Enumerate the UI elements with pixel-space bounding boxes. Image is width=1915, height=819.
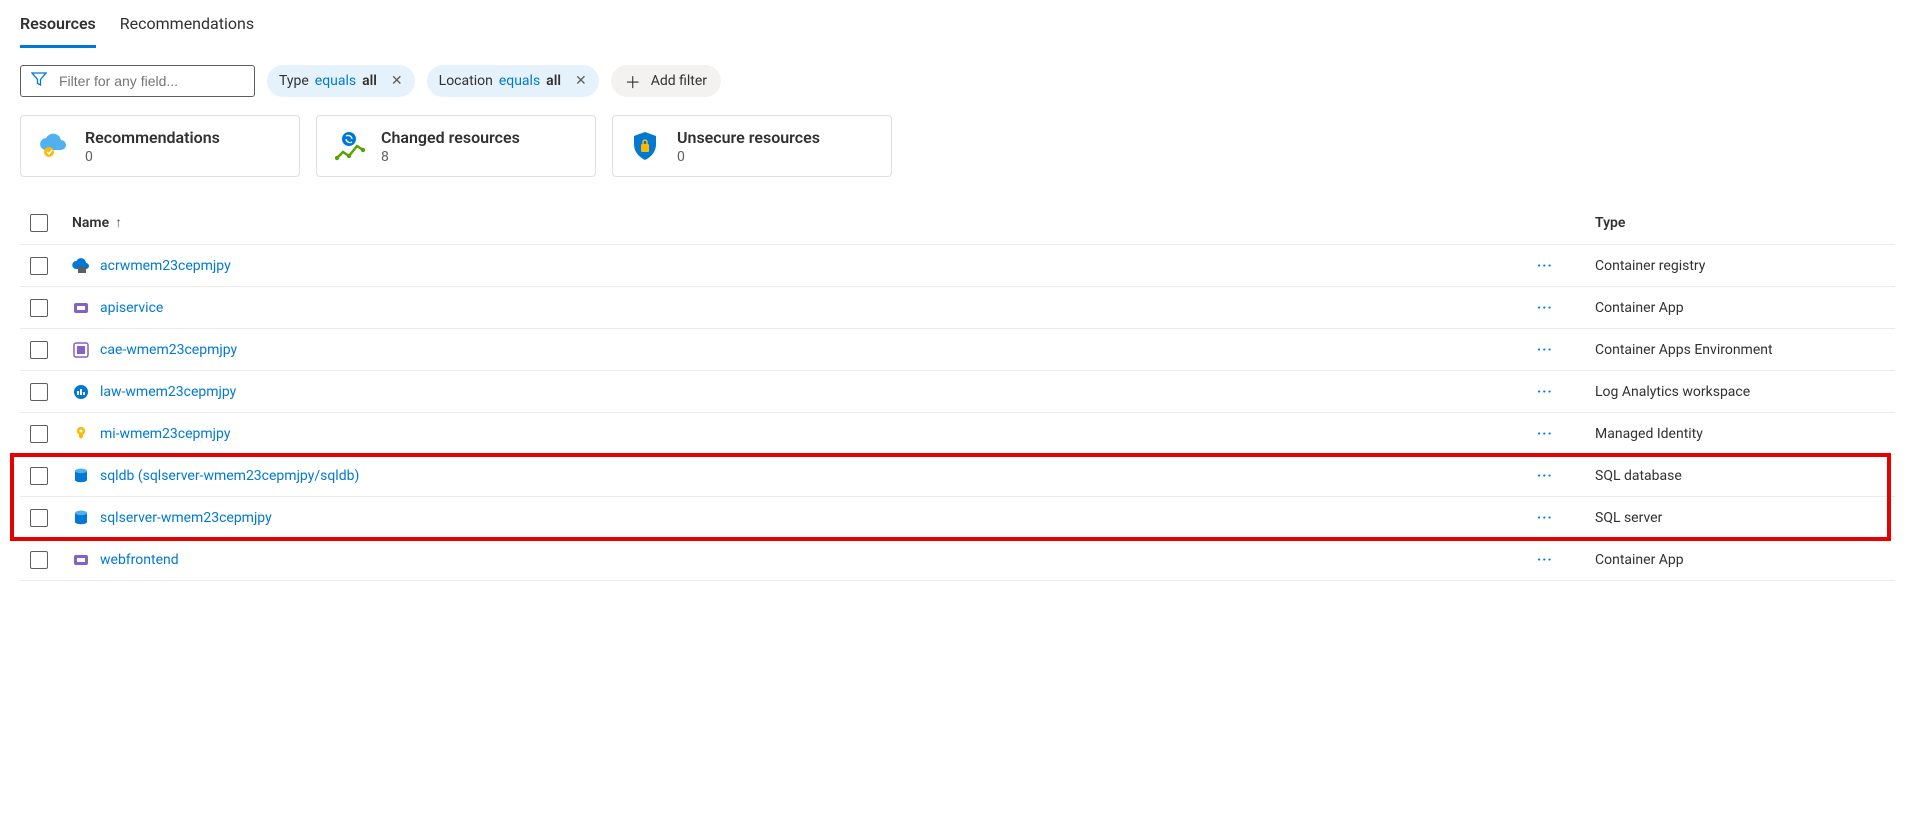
card-recommendations[interactable]: Recommendations 0	[20, 115, 300, 177]
more-actions-button[interactable]: ···	[1537, 300, 1595, 316]
resources-table: Name↑ Type acrwmem23cepmjpy ··· Containe…	[20, 201, 1895, 581]
resource-type-label: SQL database	[1595, 468, 1895, 484]
table-row: apiservice ··· Container App	[20, 287, 1895, 329]
resource-type-label: Container registry	[1595, 258, 1895, 274]
row-checkbox[interactable]	[30, 551, 48, 569]
summary-cards: Recommendations 0 Changed resources 8	[20, 115, 1895, 177]
tab-recommendations[interactable]: Recommendations	[120, 4, 254, 48]
card-title: Changed resources	[381, 128, 520, 147]
resource-icon	[72, 425, 90, 443]
table-row: sqldb (sqlserver-wmem23cepmjpy/sqldb) ··…	[20, 455, 1895, 497]
resource-icon	[72, 509, 90, 527]
table-row: cae-wmem23cepmjpy ··· Container Apps Env…	[20, 329, 1895, 371]
cloud-badge-icon	[35, 128, 71, 164]
resource-link[interactable]: apiservice	[100, 300, 163, 316]
table-row: mi-wmem23cepmjpy ··· Managed Identity	[20, 413, 1895, 455]
column-header-name[interactable]: Name↑	[72, 214, 1537, 231]
row-checkbox[interactable]	[30, 509, 48, 527]
resource-link[interactable]: sqldb (sqlserver-wmem23cepmjpy/sqldb)	[100, 468, 359, 484]
close-icon[interactable]: ✕	[391, 73, 403, 89]
select-all-checkbox[interactable]	[30, 214, 48, 232]
card-changed-resources[interactable]: Changed resources 8	[316, 115, 596, 177]
resource-icon	[72, 383, 90, 401]
row-checkbox[interactable]	[30, 425, 48, 443]
tabs: Resources Recommendations	[20, 4, 1895, 49]
row-checkbox[interactable]	[30, 467, 48, 485]
sort-ascending-icon: ↑	[115, 215, 122, 231]
resource-link[interactable]: sqlserver-wmem23cepmjpy	[100, 510, 272, 526]
card-count: 0	[85, 149, 220, 165]
row-checkbox[interactable]	[30, 299, 48, 317]
resource-link[interactable]: cae-wmem23cepmjpy	[100, 342, 237, 358]
more-actions-button[interactable]: ···	[1537, 342, 1595, 358]
card-count: 8	[381, 149, 520, 165]
more-actions-button[interactable]: ···	[1537, 258, 1595, 274]
shield-lock-icon	[627, 128, 663, 164]
resource-type-label: Container App	[1595, 300, 1895, 316]
refresh-graph-icon	[331, 128, 367, 164]
table-header-row: Name↑ Type	[20, 201, 1895, 245]
resource-icon	[72, 551, 90, 569]
table-row: law-wmem23cepmjpy ··· Log Analytics work…	[20, 371, 1895, 413]
resource-type-label: SQL server	[1595, 510, 1895, 526]
filter-row: Type equals all ✕ Location equals all ✕ …	[20, 65, 1895, 97]
resource-link[interactable]: acrwmem23cepmjpy	[100, 258, 231, 274]
row-checkbox[interactable]	[30, 341, 48, 359]
plus-icon: ＋	[625, 69, 641, 93]
resource-icon	[72, 257, 90, 275]
more-actions-button[interactable]: ···	[1537, 510, 1595, 526]
more-actions-button[interactable]: ···	[1537, 468, 1595, 484]
filter-icon	[31, 71, 47, 91]
close-icon[interactable]: ✕	[575, 73, 587, 89]
resource-link[interactable]: webfrontend	[100, 552, 179, 568]
row-checkbox[interactable]	[30, 257, 48, 275]
filter-input-wrap[interactable]	[20, 65, 255, 97]
table-row: webfrontend ··· Container App	[20, 539, 1895, 581]
card-title: Recommendations	[85, 128, 220, 147]
column-header-type[interactable]: Type	[1595, 215, 1895, 231]
resource-icon	[72, 299, 90, 317]
card-unsecure-resources[interactable]: Unsecure resources 0	[612, 115, 892, 177]
add-filter-button[interactable]: ＋ Add filter	[611, 65, 721, 97]
filter-pill-location[interactable]: Location equals all ✕	[427, 65, 599, 97]
table-row: sqlserver-wmem23cepmjpy ··· SQL server	[20, 497, 1895, 539]
resource-link[interactable]: mi-wmem23cepmjpy	[100, 426, 230, 442]
resource-type-label: Managed Identity	[1595, 426, 1895, 442]
more-actions-button[interactable]: ···	[1537, 384, 1595, 400]
resource-type-label: Log Analytics workspace	[1595, 384, 1895, 400]
more-actions-button[interactable]: ···	[1537, 552, 1595, 568]
card-count: 0	[677, 149, 820, 165]
filter-input[interactable]	[57, 72, 244, 90]
tab-resources[interactable]: Resources	[20, 4, 96, 48]
row-checkbox[interactable]	[30, 383, 48, 401]
resource-icon	[72, 341, 90, 359]
more-actions-button[interactable]: ···	[1537, 426, 1595, 442]
resource-type-label: Container Apps Environment	[1595, 342, 1895, 358]
resource-type-label: Container App	[1595, 552, 1895, 568]
resource-icon	[72, 467, 90, 485]
filter-pill-type[interactable]: Type equals all ✕	[267, 65, 415, 97]
resource-link[interactable]: law-wmem23cepmjpy	[100, 384, 236, 400]
card-title: Unsecure resources	[677, 128, 820, 147]
table-row: acrwmem23cepmjpy ··· Container registry	[20, 245, 1895, 287]
